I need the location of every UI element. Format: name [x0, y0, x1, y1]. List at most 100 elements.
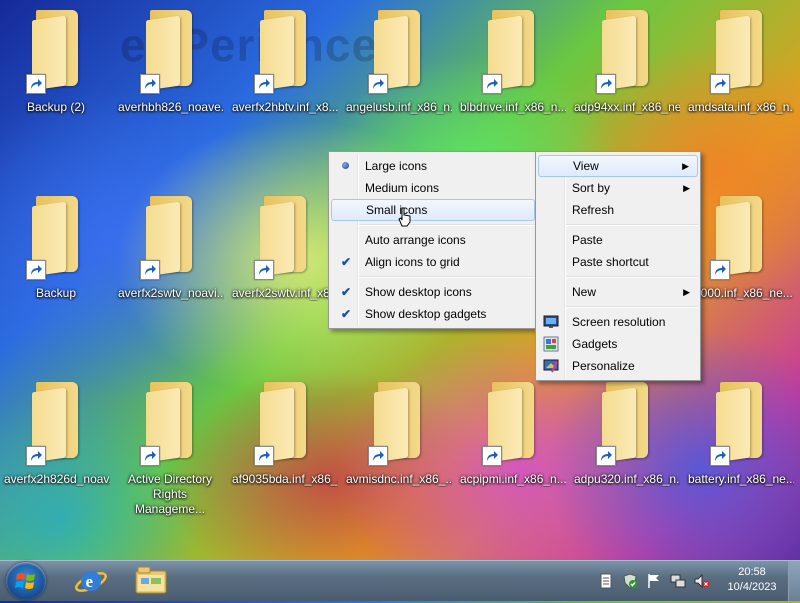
- folder-icon: [254, 6, 308, 94]
- menu-separator: [566, 276, 698, 278]
- flag-icon[interactable]: [646, 573, 662, 589]
- folder-icon: [140, 378, 194, 466]
- folder-icon: [710, 6, 764, 94]
- checkmark-icon: ✔: [340, 255, 352, 269]
- shortcut-arrow-icon: [710, 446, 730, 466]
- desktop-icon[interactable]: adp94xx.inf_x86_ne...: [572, 0, 680, 115]
- menu-item-show-desktop-icons[interactable]: ✔ Show desktop icons: [331, 281, 535, 303]
- shortcut-arrow-icon: [368, 446, 388, 466]
- windows-explorer-icon: [135, 566, 167, 594]
- shortcut-arrow-icon: [482, 446, 502, 466]
- clock-time: 20:58: [738, 566, 766, 578]
- desktop-icon-label: averfx2hbtv.inf_x8...: [232, 100, 338, 114]
- menu-item-paste[interactable]: Paste: [538, 229, 698, 251]
- menu-item-label: Align icons to grid: [365, 255, 460, 269]
- menu-separator: [566, 224, 698, 226]
- desktop-icon-label: k2000.inf_x86_ne...: [688, 286, 793, 300]
- network-icon[interactable]: [670, 573, 686, 589]
- desktop-icon[interactable]: avmisdnc.inf_x86_...: [344, 372, 452, 487]
- shortcut-arrow-icon: [596, 446, 616, 466]
- taskbar-windows-explorer[interactable]: [124, 563, 178, 599]
- desktop-icon[interactable]: angelusb.inf_x86_n...: [344, 0, 452, 115]
- menu-item-personalize[interactable]: Personalize: [538, 355, 698, 377]
- folder-icon: [596, 378, 650, 466]
- menu-item-label: Refresh: [572, 203, 615, 217]
- menu-separator: [359, 276, 535, 278]
- security-shield-icon[interactable]: [622, 573, 638, 589]
- menu-item-view[interactable]: View ▶: [538, 155, 698, 177]
- menu-item-label: Medium icons: [365, 181, 440, 195]
- menu-item-align-to-grid[interactable]: ✔ Align icons to grid: [331, 251, 535, 273]
- desktop-icon[interactable]: averhbh826_noave...: [116, 0, 224, 115]
- taskbar-internet-explorer[interactable]: e: [64, 563, 118, 599]
- menu-item-screen-resolution[interactable]: Screen resolution: [538, 311, 698, 333]
- menu-item-refresh[interactable]: Refresh: [538, 199, 698, 221]
- desktop-icon[interactable]: acpipmi.inf_x86_n...: [458, 372, 566, 487]
- shortcut-arrow-icon: [26, 74, 46, 94]
- action-center-doc-icon[interactable]: [598, 573, 614, 589]
- menu-item-label: Gadgets: [572, 337, 618, 351]
- shortcut-arrow-icon: [710, 260, 730, 280]
- desktop-icon[interactable]: af9035bda.inf_x86_...: [230, 372, 338, 487]
- folder-icon: [26, 378, 80, 466]
- shortcut-arrow-icon: [596, 74, 616, 94]
- desktop-icon-label: Active Directory Rights Manageme...: [127, 472, 213, 516]
- desktop-icon[interactable]: Backup: [2, 186, 110, 301]
- display-icon: [543, 315, 559, 328]
- desktop-icon-label: adp94xx.inf_x86_ne...: [574, 100, 680, 114]
- desktop-icon[interactable]: averfx2swtv.inf_x8...: [230, 186, 338, 301]
- desktop-icon[interactable]: averfx2hbtv.inf_x8...: [230, 0, 338, 115]
- desktop-icon[interactable]: averfx2swtv_noavi...: [116, 186, 224, 301]
- shortcut-arrow-icon: [710, 74, 730, 94]
- desktop-icon[interactable]: k2000.inf_x86_ne...: [686, 186, 794, 301]
- windows-logo-icon: [15, 573, 35, 589]
- desktop-icon[interactable]: Backup (2): [2, 0, 110, 115]
- menu-item-paste-shortcut[interactable]: Paste shortcut: [538, 251, 698, 273]
- menu-item-gadgets[interactable]: Gadgets: [538, 333, 698, 355]
- desktop-icon-label: averfx2swtv_noavi...: [118, 286, 224, 300]
- desktop-icon-label: Backup: [35, 286, 77, 300]
- checkmark-icon: ✔: [340, 307, 352, 321]
- mouse-cursor-icon: [398, 207, 411, 227]
- menu-item-label: View: [573, 159, 599, 173]
- desktop-icon-label: amdsata.inf_x86_n...: [688, 100, 794, 114]
- menu-item-show-desktop-gadgets[interactable]: ✔ Show desktop gadgets: [331, 303, 535, 325]
- start-button[interactable]: [6, 562, 46, 600]
- menu-item-large-icons[interactable]: Large icons: [331, 155, 535, 177]
- desktop-icon[interactable]: adpu320.inf_x86_n...: [572, 372, 680, 487]
- show-desktop-button[interactable]: [788, 561, 800, 601]
- shortcut-arrow-icon: [254, 260, 274, 280]
- internet-explorer-icon: e: [75, 571, 107, 592]
- desktop-icon-label: adpu320.inf_x86_n...: [574, 472, 680, 486]
- desktop-icon-label: Backup (2): [26, 100, 86, 114]
- menu-item-medium-icons[interactable]: Medium icons: [331, 177, 535, 199]
- menu-item-sort-by[interactable]: Sort by ▶: [538, 177, 698, 199]
- desktop-icon-label: averfx2swtv.inf_x8...: [232, 286, 338, 300]
- desktop-icon[interactable]: blbdrive.inf_x86_n...: [458, 0, 566, 115]
- folder-icon: [482, 6, 536, 94]
- menu-separator: [359, 224, 535, 226]
- shortcut-arrow-icon: [482, 74, 502, 94]
- desktop-icon[interactable]: Active Directory Rights Manageme...: [116, 372, 224, 517]
- folder-icon: [596, 6, 650, 94]
- folder-icon: [710, 192, 764, 280]
- personalize-icon: [543, 359, 559, 373]
- menu-item-label: Screen resolution: [572, 315, 666, 329]
- desktop-icon[interactable]: amdsata.inf_x86_n...: [686, 0, 794, 115]
- menu-item-label: Show desktop icons: [365, 285, 472, 299]
- shortcut-arrow-icon: [254, 446, 274, 466]
- menu-item-label: Paste shortcut: [572, 255, 649, 269]
- menu-item-label: Sort by: [572, 181, 611, 195]
- desktop-icon-label: avmisdnc.inf_x86_...: [346, 472, 452, 486]
- menu-item-label: Small icons: [366, 203, 428, 217]
- shortcut-arrow-icon: [140, 260, 160, 280]
- menu-item-small-icons[interactable]: Small icons: [331, 199, 535, 227]
- folder-icon: [368, 378, 422, 466]
- desktop-icon[interactable]: battery.inf_x86_ne...: [686, 372, 794, 487]
- menu-item-auto-arrange[interactable]: Auto arrange icons: [331, 229, 535, 251]
- menu-item-new[interactable]: New ▶: [538, 281, 698, 303]
- volume-muted-icon[interactable]: [694, 573, 710, 589]
- desktop-icon[interactable]: averfx2h826d_noav...: [2, 372, 110, 487]
- shortcut-arrow-icon: [254, 74, 274, 94]
- taskbar-clock[interactable]: 20:58 10/4/2023: [722, 565, 782, 595]
